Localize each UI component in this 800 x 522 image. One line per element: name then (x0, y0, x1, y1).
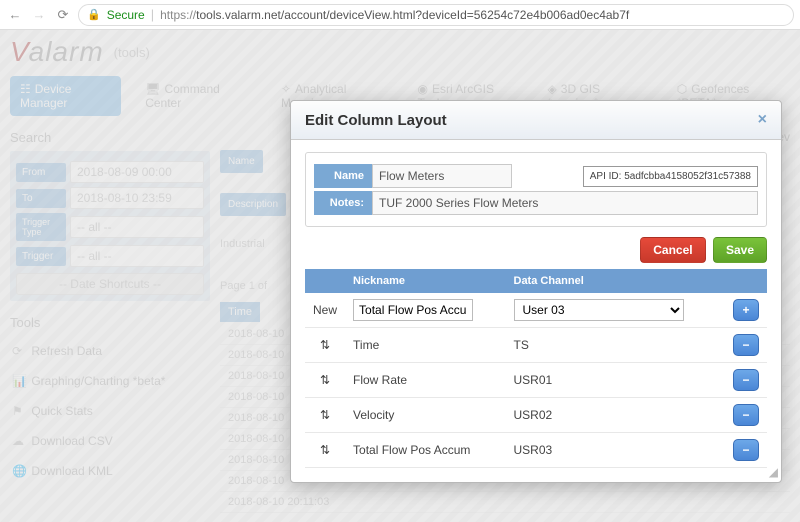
address-bar[interactable]: 🔒 Secure | https://tools.valarm.net/acco… (78, 4, 794, 26)
resize-handle-icon[interactable]: ◢ (769, 465, 778, 479)
drag-handle-icon[interactable]: ⇅ (305, 433, 345, 468)
new-nickname-input[interactable] (353, 299, 473, 321)
cancel-button[interactable]: Cancel (640, 237, 705, 263)
new-column-row: New User 03 + (305, 293, 767, 328)
column-row: ⇅VelocityUSR02− (305, 398, 767, 433)
column-row: ⇅Flow RateUSR01− (305, 363, 767, 398)
remove-column-button[interactable]: − (733, 334, 759, 356)
column-nickname: Time (345, 328, 505, 363)
notes-input[interactable] (372, 191, 758, 215)
save-button[interactable]: Save (713, 237, 767, 263)
column-channel: USR01 (506, 363, 726, 398)
column-channel: USR03 (506, 433, 726, 468)
col-channel-header: Data Channel (506, 269, 726, 293)
drag-handle-icon[interactable]: ⇅ (305, 363, 345, 398)
column-nickname: Velocity (345, 398, 505, 433)
add-column-button[interactable]: + (733, 299, 759, 321)
columns-table: Nickname Data Channel New User 03 + ⇅Ti (305, 269, 767, 468)
col-handle-header (305, 269, 345, 293)
column-channel: TS (506, 328, 726, 363)
api-id-box: API ID: 5adfcbba4158052f31c57388 (583, 166, 758, 187)
column-nickname: Total Flow Pos Accum (345, 433, 505, 468)
notes-label: Notes: (314, 191, 372, 215)
back-icon[interactable]: ← (6, 7, 24, 22)
forward-icon[interactable]: → (30, 7, 48, 22)
url-text: https://tools.valarm.net/account/deviceV… (160, 8, 629, 22)
device-properties: Name API ID: 5adfcbba4158052f31c57388 No… (305, 152, 767, 227)
col-action-header (725, 269, 767, 293)
remove-column-button[interactable]: − (733, 439, 759, 461)
new-channel-select[interactable]: User 03 (514, 299, 684, 321)
col-nickname-header: Nickname (345, 269, 505, 293)
column-nickname: Flow Rate (345, 363, 505, 398)
secure-label: Secure (107, 8, 145, 22)
modal-header: Edit Column Layout × (291, 101, 781, 140)
reload-icon[interactable]: ⟳ (54, 7, 72, 23)
name-input[interactable] (372, 164, 512, 188)
modal-title: Edit Column Layout (305, 112, 758, 129)
column-row: ⇅TimeTS− (305, 328, 767, 363)
edit-column-layout-modal: Edit Column Layout × Name API ID: 5adfcb… (290, 100, 782, 483)
column-channel: USR02 (506, 398, 726, 433)
column-row: ⇅Total Flow Pos AccumUSR03− (305, 433, 767, 468)
new-label: New (305, 293, 345, 328)
lock-icon: 🔒 (87, 8, 101, 21)
remove-column-button[interactable]: − (733, 369, 759, 391)
remove-column-button[interactable]: − (733, 404, 759, 426)
drag-handle-icon[interactable]: ⇅ (305, 328, 345, 363)
browser-chrome: ← → ⟳ 🔒 Secure | https://tools.valarm.ne… (0, 0, 800, 30)
drag-handle-icon[interactable]: ⇅ (305, 398, 345, 433)
name-label: Name (314, 164, 372, 188)
close-icon[interactable]: × (758, 111, 767, 129)
